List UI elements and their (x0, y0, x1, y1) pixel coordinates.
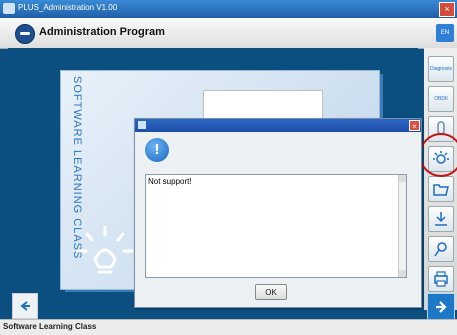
obd-label: OBDII (434, 96, 448, 102)
back-button[interactable] (12, 293, 38, 319)
arrow-right-icon (436, 300, 447, 313)
diagnosis-button[interactable]: Diagnosis (428, 56, 454, 82)
download-button[interactable] (428, 206, 454, 232)
message-scrollbar[interactable] (398, 175, 406, 277)
message-textbox[interactable]: Not support! (145, 174, 407, 278)
scroll-up-arrow[interactable] (399, 175, 406, 182)
printer-button[interactable] (428, 266, 454, 292)
scroll-down-arrow[interactable] (399, 270, 406, 277)
message-text: Not support! (148, 177, 192, 186)
diagnosis-label: Diagnosis (430, 66, 452, 72)
app-header: Administration Program EN (0, 18, 457, 49)
folder-button[interactable] (428, 176, 454, 202)
lightbulb-icon (76, 225, 134, 274)
printer-icon (434, 271, 448, 287)
language-button[interactable]: EN (436, 24, 454, 42)
window-titlebar: PLUS_Administration V1.00 × (0, 0, 457, 18)
dialog-close-button[interactable]: × (409, 120, 420, 131)
search-button[interactable] (428, 236, 454, 262)
page-title: Administration Program (39, 26, 165, 38)
highlight-circle (419, 133, 457, 177)
info-icon: ! (145, 138, 169, 162)
folder-icon (433, 184, 449, 196)
right-toolbar: Diagnosis OBDII (424, 48, 457, 310)
window-close-button[interactable]: × (439, 2, 455, 17)
app-icon (3, 3, 15, 14)
ok-button[interactable]: OK (255, 284, 287, 300)
download-icon (435, 212, 447, 226)
message-dialog: × ! Not support! OK (134, 118, 422, 308)
obd-button[interactable]: OBDII (428, 86, 454, 112)
status-text: Software Learning Class (3, 322, 97, 331)
brand-logo (15, 24, 35, 44)
next-button[interactable] (427, 293, 455, 320)
window-title: PLUS_Administration V1.00 (18, 3, 118, 12)
status-bar: Software Learning Class (0, 319, 457, 335)
dialog-app-icon (138, 121, 146, 129)
arrow-left-icon (20, 301, 30, 311)
dialog-titlebar: × (135, 119, 421, 132)
search-icon (434, 242, 447, 257)
